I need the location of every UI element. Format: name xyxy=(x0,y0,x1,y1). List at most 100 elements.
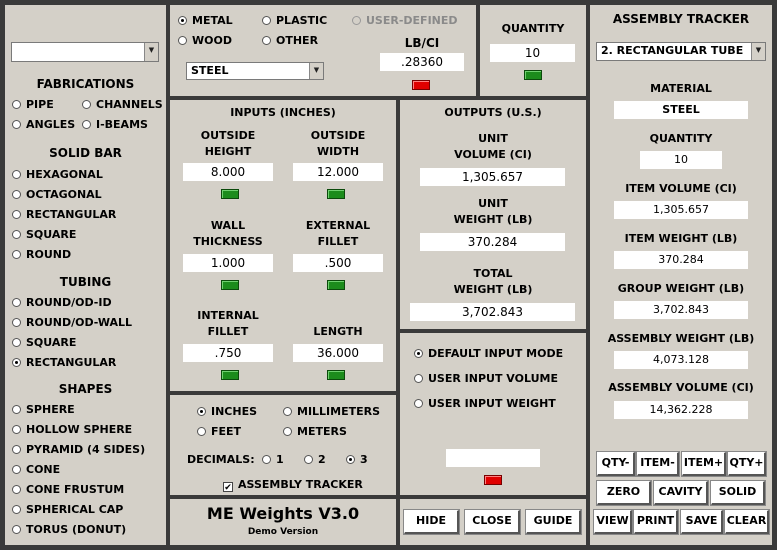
unit-weight-value: 370.284 xyxy=(420,233,565,251)
item-minus-button[interactable]: ITEM- xyxy=(637,452,679,476)
quantity-panel: QUANTITY 10 xyxy=(480,5,586,96)
radio-i-beams[interactable]: I-BEAMS xyxy=(82,118,148,132)
radio-pyramid[interactable]: PYRAMID (4 SIDES) xyxy=(12,443,145,457)
internal-fillet-label-2: FILLET xyxy=(207,325,249,338)
external-fillet-enter-button[interactable] xyxy=(327,280,345,290)
radio-decimals-1[interactable]: 1 xyxy=(262,453,284,467)
quantity-enter-button[interactable] xyxy=(524,70,542,80)
tracker-group-weight-value: 3,702.843 xyxy=(614,301,748,319)
material-dropdown[interactable]: STEEL ▼ xyxy=(186,62,324,80)
radio-wood[interactable]: WOOD xyxy=(178,34,232,48)
outside-height-label-1: OUTSIDE xyxy=(200,129,256,142)
radio-square-bar[interactable]: SQUARE xyxy=(12,228,76,242)
outside-height-enter-button[interactable] xyxy=(221,189,239,199)
bottom-button-panel: HIDE CLOSE GUIDE xyxy=(400,499,586,545)
internal-fillet-field[interactable]: .750 xyxy=(183,344,273,362)
radio-user-defined[interactable]: USER-DEFINED xyxy=(352,14,458,28)
outside-width-field[interactable]: 12.000 xyxy=(293,163,383,181)
zero-button[interactable]: ZERO xyxy=(597,481,651,505)
total-weight-label-2: WEIGHT (LB) xyxy=(453,283,533,296)
radio-inches[interactable]: INCHES xyxy=(197,405,257,419)
qty-plus-button[interactable]: QTY+ xyxy=(728,452,766,476)
radio-millimeters[interactable]: MILLIMETERS xyxy=(283,405,380,419)
save-button[interactable]: SAVE xyxy=(681,510,723,534)
tracker-assembly-volume-label: ASSEMBLY VOLUME (CI) xyxy=(608,381,754,394)
radio-round-od-wall[interactable]: ROUND/OD-WALL xyxy=(12,316,132,330)
radio-octagonal[interactable]: OCTAGONAL xyxy=(12,188,102,202)
radio-rectangular-tube[interactable]: RECTANGULAR xyxy=(12,356,116,370)
user-input-field[interactable] xyxy=(446,449,540,467)
chevron-down-icon[interactable]: ▼ xyxy=(144,43,158,61)
radio-spherical-cap[interactable]: SPHERICAL CAP xyxy=(12,503,123,517)
quantity-field[interactable]: 10 xyxy=(490,44,575,62)
cavity-button[interactable]: CAVITY xyxy=(654,481,708,505)
radio-user-input-weight[interactable]: USER INPUT WEIGHT xyxy=(414,397,556,411)
assembly-item-dropdown[interactable]: 2. RECTANGULAR TUBE ▼ xyxy=(596,42,766,61)
length-field[interactable]: 36.000 xyxy=(293,344,383,362)
radio-hollow-sphere[interactable]: HOLLOW SPHERE xyxy=(12,423,132,437)
radio-meters[interactable]: METERS xyxy=(283,425,347,439)
view-button[interactable]: VIEW xyxy=(594,510,632,534)
length-enter-button[interactable] xyxy=(327,370,345,380)
outside-height-label-2: HEIGHT xyxy=(204,145,252,158)
radio-plastic[interactable]: PLASTIC xyxy=(262,14,327,28)
radio-square-tube[interactable]: SQUARE xyxy=(12,336,76,350)
radio-default-input-mode[interactable]: DEFAULT INPUT MODE xyxy=(414,347,563,361)
tubing-title: TUBING xyxy=(59,275,112,289)
wall-thickness-field[interactable]: 1.000 xyxy=(183,254,273,272)
radio-pipe[interactable]: PIPE xyxy=(12,98,54,112)
checkmark-icon: ✔ xyxy=(223,482,233,493)
tracker-item-weight-value: 370.284 xyxy=(614,251,748,269)
radio-cone[interactable]: CONE xyxy=(12,463,60,477)
density-enter-button[interactable] xyxy=(412,80,430,90)
external-fillet-field[interactable]: .500 xyxy=(293,254,383,272)
guide-button[interactable]: GUIDE xyxy=(526,510,581,534)
radio-channels[interactable]: CHANNELS xyxy=(82,98,163,112)
shape-selector-panel: ▼ FABRICATIONS PIPE CHANNELS ANGLES I-BE… xyxy=(5,5,166,545)
radio-feet[interactable]: FEET xyxy=(197,425,241,439)
radio-sphere[interactable]: SPHERE xyxy=(12,403,75,417)
density-field[interactable]: .28360 xyxy=(380,53,464,71)
outside-width-label-1: OUTSIDE xyxy=(310,129,366,142)
unit-weight-label-1: UNIT xyxy=(478,197,508,210)
outside-width-enter-button[interactable] xyxy=(327,189,345,199)
qty-minus-button[interactable]: QTY- xyxy=(597,452,635,476)
hide-button[interactable]: HIDE xyxy=(404,510,459,534)
wall-thickness-enter-button[interactable] xyxy=(221,280,239,290)
app-subtitle: Demo Version xyxy=(247,527,319,537)
item-plus-button[interactable]: ITEM+ xyxy=(682,452,726,476)
clear-button[interactable]: CLEAR xyxy=(725,510,769,534)
radio-metal[interactable]: METAL xyxy=(178,14,233,28)
chevron-down-icon[interactable]: ▼ xyxy=(309,63,323,79)
radio-other[interactable]: OTHER xyxy=(262,34,318,48)
radio-decimals-3[interactable]: 3 xyxy=(346,453,368,467)
internal-fillet-enter-button[interactable] xyxy=(221,370,239,380)
input-mode-panel: DEFAULT INPUT MODE USER INPUT VOLUME USE… xyxy=(400,333,586,495)
radio-round-od-id[interactable]: ROUND/OD-ID xyxy=(12,296,112,310)
material-dropdown-value: STEEL xyxy=(191,64,229,77)
radio-user-input-volume[interactable]: USER INPUT VOLUME xyxy=(414,372,558,386)
radio-angles[interactable]: ANGLES xyxy=(12,118,75,132)
user-input-enter-button[interactable] xyxy=(484,475,502,485)
shape-dropdown[interactable]: ▼ xyxy=(11,42,159,62)
unit-volume-label-2: VOLUME (CI) xyxy=(454,148,532,161)
radio-decimals-2[interactable]: 2 xyxy=(304,453,326,467)
radio-hexagonal[interactable]: HEXAGONAL xyxy=(12,168,103,182)
radio-cone-frustum[interactable]: CONE FRUSTUM xyxy=(12,483,124,497)
assembly-tracker-panel: ASSEMBLY TRACKER 2. RECTANGULAR TUBE ▼ M… xyxy=(590,5,772,545)
outputs-panel: OUTPUTS (U.S.) UNIT VOLUME (CI) 1,305.65… xyxy=(400,100,586,329)
radio-rectangular-bar[interactable]: RECTANGULAR xyxy=(12,208,116,222)
external-fillet-label-2: FILLET xyxy=(317,235,359,248)
close-button[interactable]: CLOSE xyxy=(465,510,520,534)
fabrications-title: FABRICATIONS xyxy=(36,77,135,91)
print-button[interactable]: PRINT xyxy=(634,510,678,534)
title-block: ME Weights V3.0 Demo Version xyxy=(170,499,396,545)
solid-button[interactable]: SOLID xyxy=(711,481,765,505)
chevron-down-icon[interactable]: ▼ xyxy=(751,43,765,60)
inputs-title: INPUTS (INCHES) xyxy=(230,106,336,119)
radio-torus[interactable]: TORUS (DONUT) xyxy=(12,523,126,537)
radio-round-bar[interactable]: ROUND xyxy=(12,248,71,262)
assembly-tracker-checkbox[interactable]: ✔ ASSEMBLY TRACKER xyxy=(223,478,363,493)
outside-height-field[interactable]: 8.000 xyxy=(183,163,273,181)
wall-thickness-label-1: WALL xyxy=(210,219,246,232)
